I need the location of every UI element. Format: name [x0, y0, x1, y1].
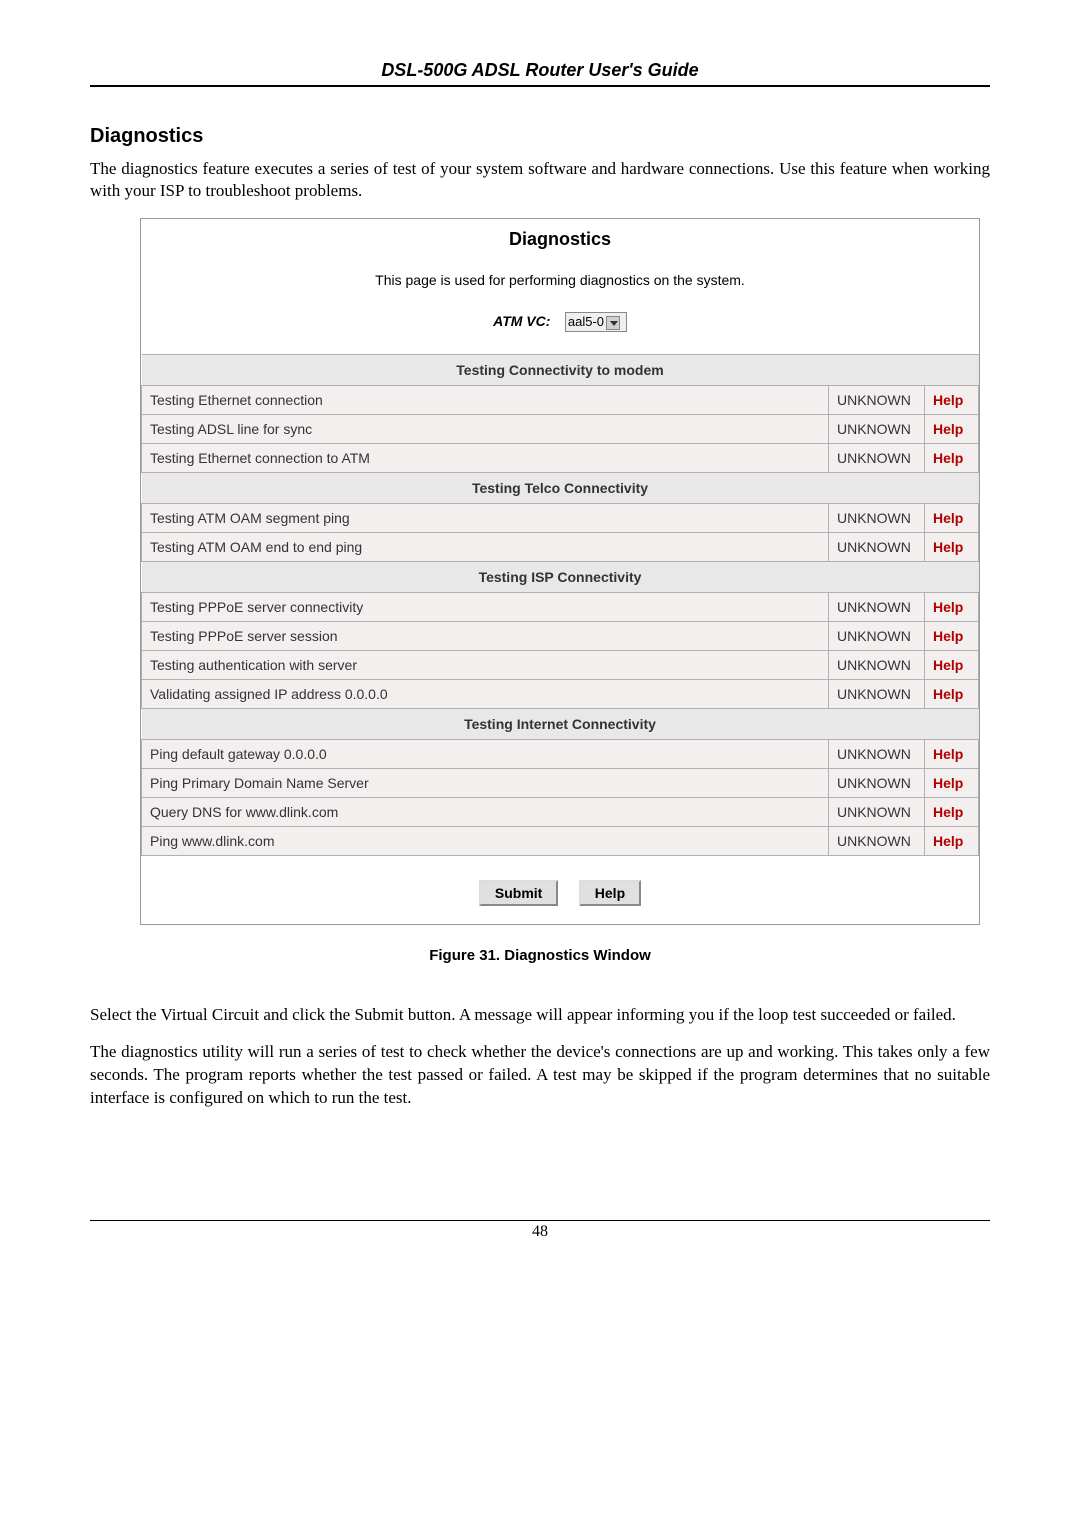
- page-footer: 48: [90, 1220, 990, 1241]
- figure-caption: Figure 31. Diagnostics Window: [90, 947, 990, 964]
- chevron-down-icon: [606, 316, 620, 330]
- test-label: Ping default gateway 0.0.0.0: [142, 739, 829, 768]
- test-label: Testing Ethernet connection: [142, 385, 829, 414]
- section-header-text: Testing Internet Connectivity: [142, 708, 979, 739]
- help-button[interactable]: Help: [579, 880, 641, 906]
- help-link[interactable]: Help: [924, 739, 978, 768]
- help-link[interactable]: Help: [924, 443, 978, 472]
- page-number: 48: [532, 1223, 548, 1240]
- body-paragraph-1: Select the Virtual Circuit and click the…: [90, 1004, 990, 1027]
- table-section-header: Testing Internet Connectivity: [142, 708, 979, 739]
- help-link[interactable]: Help: [924, 650, 978, 679]
- table-row: Testing PPPoE server session UNKNOWN Hel…: [142, 621, 979, 650]
- status-cell: UNKNOWN: [828, 385, 924, 414]
- table-section-header: Testing ISP Connectivity: [142, 561, 979, 592]
- help-link[interactable]: Help: [924, 797, 978, 826]
- atm-vc-row: ATM VC: aal5-0: [141, 312, 979, 332]
- atm-vc-value: aal5-0: [568, 314, 604, 329]
- status-cell: UNKNOWN: [828, 532, 924, 561]
- panel-title: Diagnostics: [141, 229, 979, 250]
- test-label: Validating assigned IP address 0.0.0.0: [142, 679, 829, 708]
- table-row: Ping Primary Domain Name Server UNKNOWN …: [142, 768, 979, 797]
- test-label: Testing authentication with server: [142, 650, 829, 679]
- diagnostics-table: Testing Connectivity to modem Testing Et…: [141, 354, 979, 856]
- table-row: Testing authentication with server UNKNO…: [142, 650, 979, 679]
- test-label: Query DNS for www.dlink.com: [142, 797, 829, 826]
- intro-paragraph: The diagnostics feature executes a serie…: [90, 158, 990, 202]
- status-cell: UNKNOWN: [828, 768, 924, 797]
- button-row: Submit Help: [141, 856, 979, 924]
- test-label: Ping Primary Domain Name Server: [142, 768, 829, 797]
- table-section-header: Testing Connectivity to modem: [142, 354, 979, 385]
- table-row: Testing ATM OAM segment ping UNKNOWN Hel…: [142, 503, 979, 532]
- status-cell: UNKNOWN: [828, 592, 924, 621]
- status-cell: UNKNOWN: [828, 739, 924, 768]
- test-label: Testing ATM OAM segment ping: [142, 503, 829, 532]
- status-cell: UNKNOWN: [828, 414, 924, 443]
- table-section-header: Testing Telco Connectivity: [142, 472, 979, 503]
- help-link[interactable]: Help: [924, 768, 978, 797]
- help-link[interactable]: Help: [924, 826, 978, 855]
- atm-vc-label: ATM VC:: [493, 313, 550, 329]
- table-row: Ping www.dlink.com UNKNOWN Help: [142, 826, 979, 855]
- help-link[interactable]: Help: [924, 679, 978, 708]
- test-label: Testing Ethernet connection to ATM: [142, 443, 829, 472]
- table-row: Testing ADSL line for sync UNKNOWN Help: [142, 414, 979, 443]
- atm-vc-select[interactable]: aal5-0: [565, 312, 627, 332]
- status-cell: UNKNOWN: [828, 621, 924, 650]
- test-label: Testing ATM OAM end to end ping: [142, 532, 829, 561]
- status-cell: UNKNOWN: [828, 650, 924, 679]
- status-cell: UNKNOWN: [828, 797, 924, 826]
- section-header-text: Testing Telco Connectivity: [142, 472, 979, 503]
- test-label: Testing PPPoE server connectivity: [142, 592, 829, 621]
- help-link[interactable]: Help: [924, 503, 978, 532]
- table-row: Validating assigned IP address 0.0.0.0 U…: [142, 679, 979, 708]
- status-cell: UNKNOWN: [828, 503, 924, 532]
- table-row: Testing Ethernet connection to ATM UNKNO…: [142, 443, 979, 472]
- table-row: Ping default gateway 0.0.0.0 UNKNOWN Hel…: [142, 739, 979, 768]
- submit-button[interactable]: Submit: [479, 880, 558, 906]
- help-link[interactable]: Help: [924, 592, 978, 621]
- status-cell: UNKNOWN: [828, 826, 924, 855]
- help-link[interactable]: Help: [924, 385, 978, 414]
- diagnostics-panel: Diagnostics This page is used for perfor…: [140, 218, 980, 925]
- test-label: Testing ADSL line for sync: [142, 414, 829, 443]
- help-link[interactable]: Help: [924, 532, 978, 561]
- status-cell: UNKNOWN: [828, 443, 924, 472]
- section-header-text: Testing Connectivity to modem: [142, 354, 979, 385]
- table-row: Query DNS for www.dlink.com UNKNOWN Help: [142, 797, 979, 826]
- status-cell: UNKNOWN: [828, 679, 924, 708]
- test-label: Ping www.dlink.com: [142, 826, 829, 855]
- help-link[interactable]: Help: [924, 621, 978, 650]
- test-label: Testing PPPoE server session: [142, 621, 829, 650]
- section-heading: Diagnostics: [90, 125, 990, 148]
- table-row: Testing ATM OAM end to end ping UNKNOWN …: [142, 532, 979, 561]
- help-link[interactable]: Help: [924, 414, 978, 443]
- body-paragraph-2: The diagnostics utility will run a serie…: [90, 1041, 990, 1110]
- table-row: Testing PPPoE server connectivity UNKNOW…: [142, 592, 979, 621]
- document-header: DSL-500G ADSL Router User's Guide: [90, 60, 990, 87]
- table-row: Testing Ethernet connection UNKNOWN Help: [142, 385, 979, 414]
- section-header-text: Testing ISP Connectivity: [142, 561, 979, 592]
- panel-description: This page is used for performing diagnos…: [141, 272, 979, 288]
